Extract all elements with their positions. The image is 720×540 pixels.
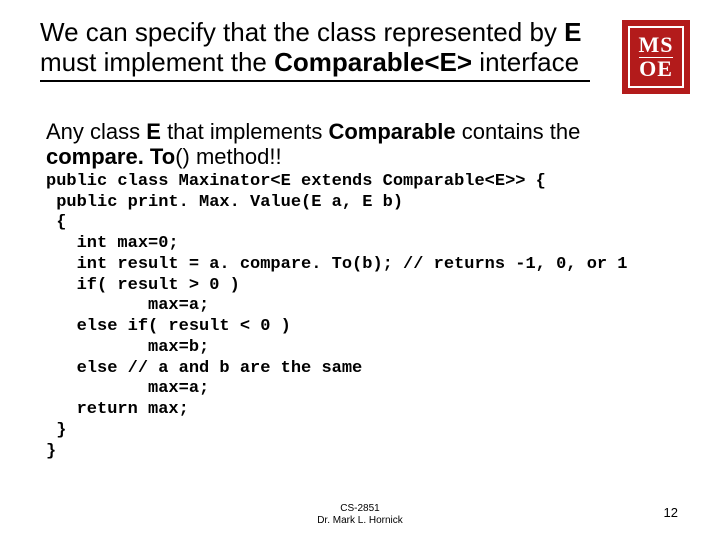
title-bold-comparable: Comparable<E> [274, 47, 472, 77]
logo-inner: MS OE [628, 26, 684, 88]
logo-text-top: MS [639, 36, 674, 55]
sub-7: () method!! [175, 144, 281, 169]
title-text-5: interface [472, 47, 579, 77]
code-block: public class Maxinator<E extends Compara… [46, 172, 706, 462]
subtitle: Any class E that implements Comparable c… [46, 120, 666, 169]
sub-5: contains the [456, 119, 581, 144]
title-text-3: must implement the [40, 47, 274, 77]
footer-author: Dr. Mark L. Hornick [0, 515, 720, 527]
page-number: 12 [664, 505, 678, 520]
msoe-logo: MS OE [622, 20, 690, 94]
slide: We can specify that the class represente… [0, 0, 720, 540]
footer: CS-2851 Dr. Mark L. Hornick [0, 503, 720, 526]
title-text-1: We can specify that the class represente… [40, 17, 564, 47]
sub-bold-compareTo: compare. To [46, 144, 175, 169]
logo-text-bottom: OE [639, 57, 673, 79]
sub-3: that implements [161, 119, 329, 144]
slide-title: We can specify that the class represente… [40, 18, 590, 82]
footer-course: CS-2851 [0, 503, 720, 515]
sub-bold-E: E [146, 119, 161, 144]
sub-1: Any class [46, 119, 146, 144]
sub-bold-comparable: Comparable [328, 119, 455, 144]
title-bold-E: E [564, 17, 581, 47]
